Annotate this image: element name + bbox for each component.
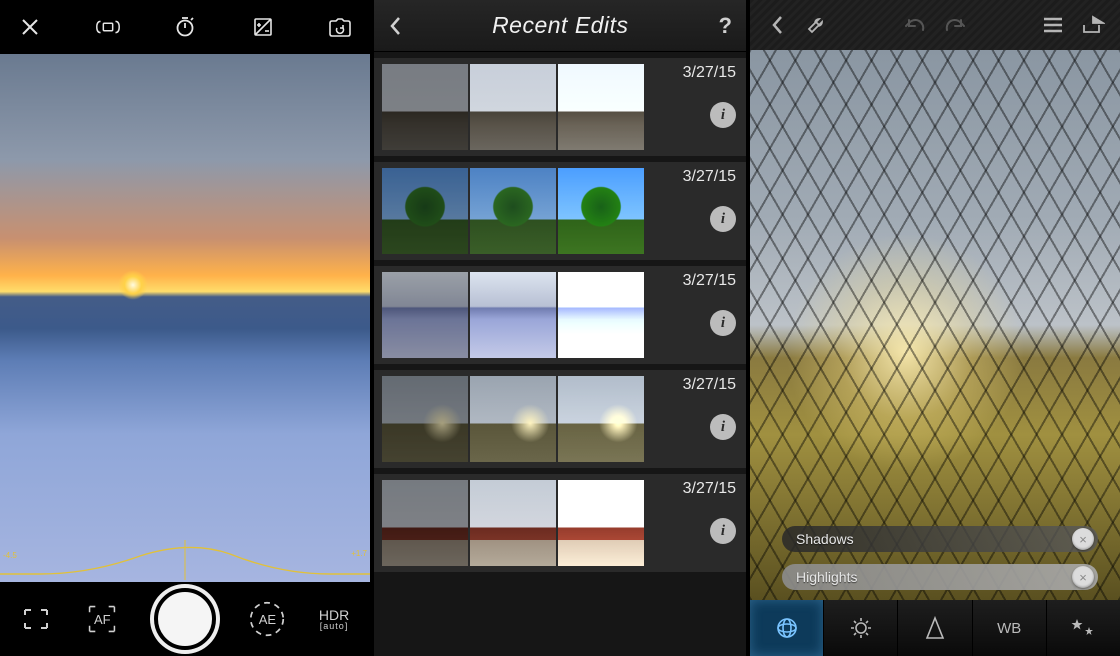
thumbnail-strip [382, 480, 644, 566]
switch-camera-icon[interactable] [326, 13, 354, 41]
tone-tab[interactable] [750, 600, 824, 656]
row-meta: 3/27/15 i [683, 64, 738, 128]
info-icon[interactable]: i [710, 310, 736, 336]
redo-icon[interactable] [942, 12, 968, 38]
slider-knob[interactable]: × [1072, 566, 1094, 588]
menu-icon[interactable] [1040, 12, 1066, 38]
thumbnail[interactable] [382, 168, 468, 254]
slider-knob[interactable]: × [1072, 528, 1094, 550]
autofocus-button[interactable]: AF [80, 597, 124, 641]
thumbnail[interactable] [558, 376, 644, 462]
highlights-slider[interactable]: Highlights × [782, 564, 1098, 590]
bracket-capture-icon[interactable] [94, 13, 122, 41]
thumbnail[interactable] [382, 376, 468, 462]
histogram-overlay: -4.5 +1.7 [0, 532, 370, 582]
thumbnail-strip [382, 376, 644, 462]
ae-label: AE [259, 612, 276, 627]
edit-row[interactable]: 3/27/15 i [374, 370, 746, 468]
timer-icon[interactable] [171, 13, 199, 41]
effects-tab[interactable] [1047, 600, 1120, 656]
fence-overlay [750, 50, 1120, 600]
thumbnail-strip [382, 64, 644, 150]
camera-viewfinder[interactable]: -4.5 +1.7 [0, 54, 370, 582]
thumbnail-strip [382, 168, 644, 254]
editor-canvas[interactable]: Shadows × Highlights × [750, 50, 1120, 600]
info-icon[interactable]: i [710, 206, 736, 232]
help-icon[interactable]: ? [719, 13, 732, 39]
wb-label: WB [997, 620, 1021, 637]
close-icon[interactable] [16, 13, 44, 41]
white-balance-tab[interactable]: WB [973, 600, 1047, 656]
edit-row[interactable]: 3/27/15 i [374, 162, 746, 260]
edits-list[interactable]: 3/27/15 i 3/27/15 i 3/27/15 i 3/27/15 i 3/27/15 i [374, 52, 746, 656]
hdr-mode-value: [auto] [319, 622, 349, 631]
hdr-label: HDR [319, 608, 349, 622]
editor-bottom-tabs: WB [750, 600, 1120, 656]
tools-icon[interactable] [804, 12, 830, 38]
info-icon[interactable]: i [710, 414, 736, 440]
thumbnail[interactable] [470, 272, 556, 358]
editor-panel: Shadows × Highlights × WB [750, 0, 1120, 656]
highlights-label: Highlights [796, 569, 857, 585]
shutter-button[interactable] [154, 588, 216, 650]
recent-edits-panel: Recent Edits ? 3/27/15i3/27/15i3/27/15i3… [374, 0, 746, 656]
sun-glare [118, 270, 148, 300]
exposure-adjust-icon[interactable] [249, 13, 277, 41]
camera-top-toolbar [0, 0, 370, 54]
info-icon[interactable]: i [710, 102, 736, 128]
row-meta: 3/27/15 i [683, 376, 738, 440]
edit-date: 3/27/15 [683, 168, 736, 186]
shadows-slider[interactable]: Shadows × [782, 526, 1098, 552]
exposure-tab[interactable] [824, 600, 898, 656]
thumbnail[interactable] [558, 272, 644, 358]
edit-row[interactable]: 3/27/15 i [374, 266, 746, 364]
shadows-label: Shadows [796, 531, 854, 547]
share-icon[interactable] [1080, 12, 1106, 38]
recent-edits-header: Recent Edits ? [374, 0, 746, 52]
hdr-mode-button[interactable]: HDR [auto] [319, 608, 349, 631]
edit-date: 3/27/15 [683, 64, 736, 82]
row-meta: 3/27/15 i [683, 480, 738, 544]
thumbnail[interactable] [382, 64, 468, 150]
thumbnail[interactable] [470, 376, 556, 462]
af-label: AF [94, 612, 111, 627]
thumbnail[interactable] [558, 168, 644, 254]
thumbnail[interactable] [558, 480, 644, 566]
edit-date: 3/27/15 [683, 272, 736, 290]
thumbnail[interactable] [470, 480, 556, 566]
camera-panel: -4.5 +1.7 AF AE HDR [0, 0, 370, 656]
crop-frame-icon[interactable] [21, 606, 51, 632]
edit-date: 3/27/15 [683, 376, 736, 394]
info-icon[interactable]: i [710, 518, 736, 544]
back-icon[interactable] [388, 15, 402, 37]
row-meta: 3/27/15 i [683, 168, 738, 232]
thumbnail[interactable] [470, 64, 556, 150]
thumbnail[interactable] [382, 480, 468, 566]
autoexposure-button[interactable]: AE [245, 597, 289, 641]
camera-bottom-toolbar: AF AE HDR [auto] [0, 582, 370, 656]
editor-top-toolbar [750, 0, 1120, 50]
sharpen-tab[interactable] [898, 600, 972, 656]
back-icon[interactable] [764, 12, 790, 38]
thumbnail-strip [382, 272, 644, 358]
thumbnail[interactable] [558, 64, 644, 150]
adjustment-sliders: Shadows × Highlights × [782, 526, 1098, 590]
edit-row[interactable]: 3/27/15 i [374, 474, 746, 572]
page-title: Recent Edits [402, 12, 719, 39]
thumbnail[interactable] [382, 272, 468, 358]
thumbnail[interactable] [470, 168, 556, 254]
edit-row[interactable]: 3/27/15 i [374, 58, 746, 156]
edit-date: 3/27/15 [683, 480, 736, 498]
undo-icon[interactable] [902, 12, 928, 38]
row-meta: 3/27/15 i [683, 272, 738, 336]
